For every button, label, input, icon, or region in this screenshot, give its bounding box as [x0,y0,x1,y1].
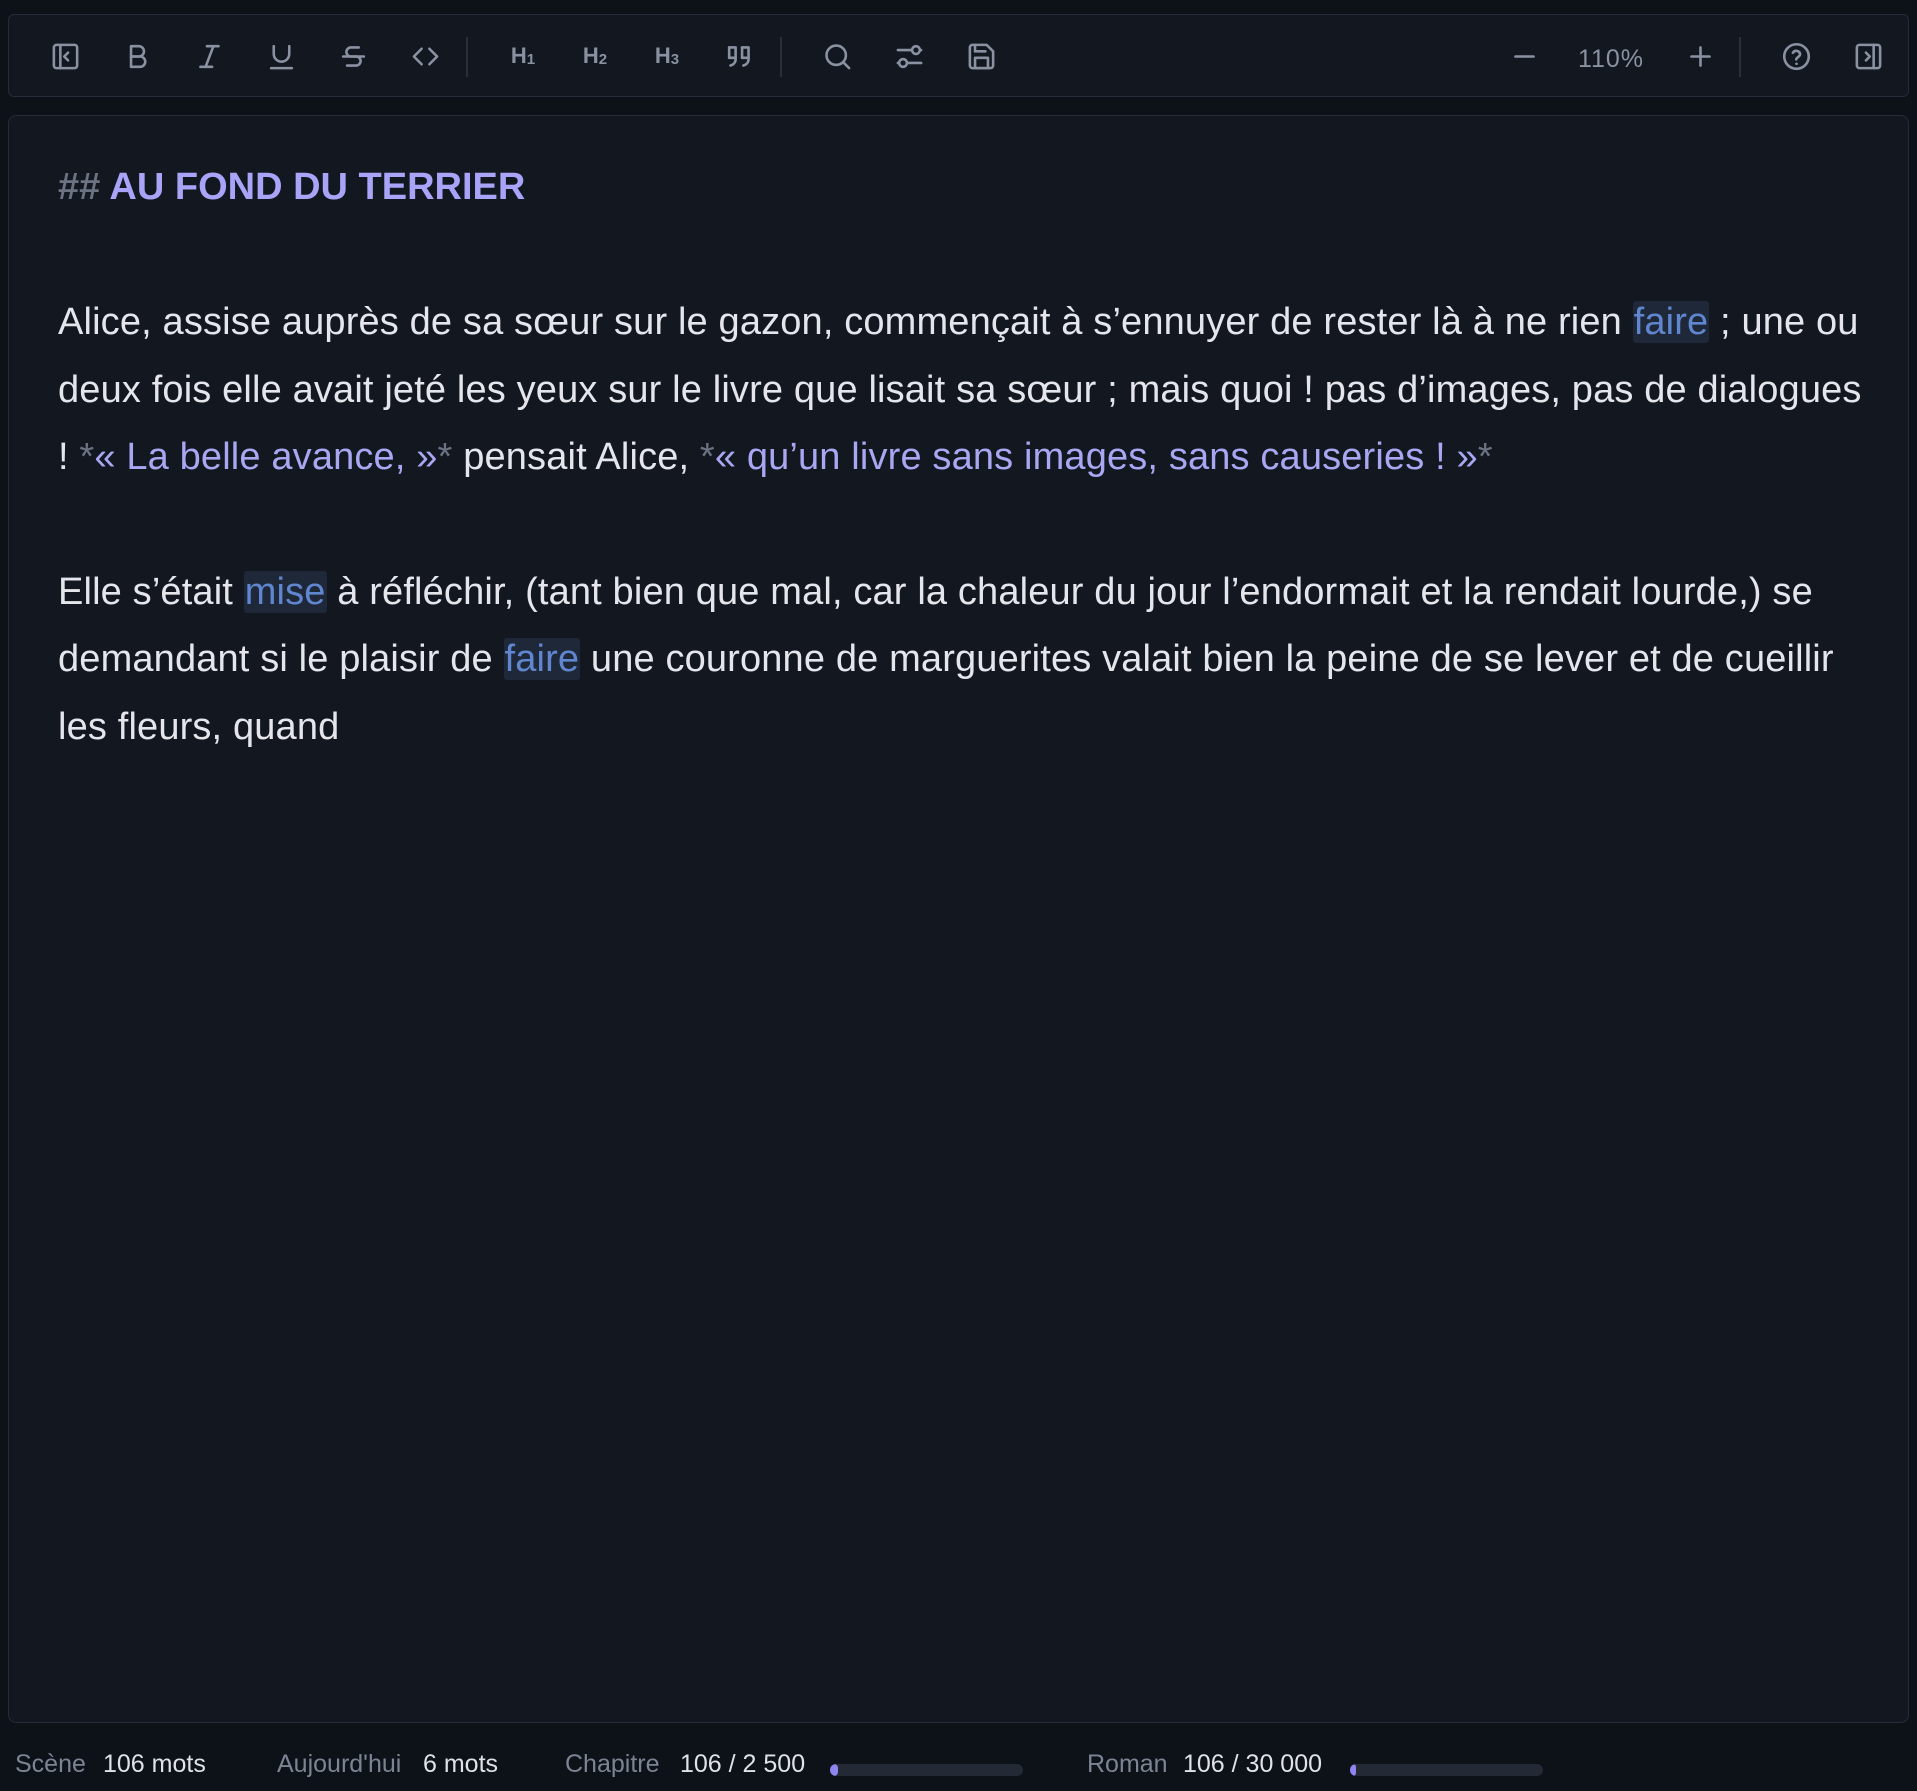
heading-text: AU FOND DU TERRIER [100,166,526,208]
underline-button[interactable] [257,32,305,80]
heading-3-button[interactable]: H3 [643,32,691,80]
italic-icon [198,44,220,68]
heading-2-button[interactable]: H2 [571,32,619,80]
word-highlight[interactable]: faire [1632,301,1710,343]
italic-text: « La belle avance, » [94,436,438,478]
zoom-level: 110% [1577,45,1645,73]
bold-icon [129,44,146,68]
novel-word-count: 106 / 30 000 [1183,1750,1323,1778]
underline-icon [269,44,293,69]
help-button[interactable] [1772,32,1820,80]
italic-markdown-mark: * [437,436,453,478]
chapter-heading: ## AU FOND DU TERRIER [58,168,1868,206]
toolbar-divider [466,37,468,77]
save-button[interactable] [957,32,1005,80]
quote-icon [727,45,750,67]
paragraph: Alice, assise auprès de sa sœur sur le g… [58,289,1868,492]
toolbar-divider [1739,37,1741,77]
today-word-count: 6 mots [423,1750,499,1778]
code-button[interactable] [401,32,449,80]
toggle-left-sidebar-button[interactable] [41,32,89,80]
strikethrough-button[interactable] [329,32,377,80]
bold-button[interactable] [113,32,161,80]
word-highlight[interactable]: mise [243,570,327,613]
heading-markdown-mark: ## [58,166,101,208]
help-icon [1782,42,1810,70]
editor-pane[interactable]: ## AU FOND DU TERRIER Alice, assise aupr… [8,115,1909,1723]
italic-span: *« La belle avance, »* [79,436,452,478]
paragraph-text: pensait Alice, [452,436,700,478]
italic-span: *« qu’un livre sans images, sans causeri… [700,436,1493,478]
italic-markdown-mark: * [699,436,715,478]
scene-label: Scène [15,1750,86,1778]
sidebar-left-icon [52,43,78,69]
chapter-label: Chapitre [565,1750,660,1778]
heading-1-icon: H1 [510,43,536,68]
editor-content[interactable]: ## AU FOND DU TERRIER Alice, assise aupr… [58,168,1868,761]
zoom-out-button[interactable] [1500,32,1548,80]
novel-label: Roman [1087,1750,1168,1778]
novel-progress-fill [1350,1764,1356,1776]
zoom-out-icon [1513,54,1535,58]
sidebar-right-icon [1855,43,1881,69]
paragraph-text: Alice, assise auprès de sa sœur sur le g… [58,301,1633,343]
search-icon [824,43,850,69]
settings-sliders-icon [896,44,922,68]
quote-button[interactable] [715,32,763,80]
paragraph-text: Elle s’était [58,570,244,613]
italic-markdown-mark: * [79,436,95,478]
heading-3-icon: H3 [654,43,680,68]
italic-button[interactable] [185,32,233,80]
heading-2-icon: H2 [582,43,608,68]
chapter-word-count: 106 / 2 500 [680,1750,806,1778]
toggle-right-sidebar-button[interactable] [1844,32,1892,80]
paragraph: Elle s’était mise à réfléchir, (tant bie… [58,559,1868,762]
toolbar: H1 H2 H3 110% [8,14,1909,97]
scene-word-count: 106 mots [103,1750,206,1778]
today-label: Aujourd'hui [277,1750,402,1778]
italic-markdown-mark: * [1477,436,1493,478]
save-icon [968,43,994,69]
zoom-in-button[interactable] [1676,32,1724,80]
novel-progress-bar [1350,1764,1543,1776]
chapter-progress-bar [830,1764,1023,1776]
status-bar: Scène 106 mots Aujourd'hui 6 mots Chapit… [0,1726,1917,1791]
zoom-in-icon [1689,45,1711,67]
toolbar-divider [780,37,782,77]
heading-1-button[interactable]: H1 [499,32,547,80]
strikethrough-icon [341,45,365,67]
search-button[interactable] [813,32,861,80]
italic-text: « qu’un livre sans images, sans causerie… [714,436,1478,478]
settings-button[interactable] [885,32,933,80]
word-highlight[interactable]: faire [503,638,581,680]
code-icon [412,46,438,66]
chapter-progress-fill [830,1764,839,1776]
